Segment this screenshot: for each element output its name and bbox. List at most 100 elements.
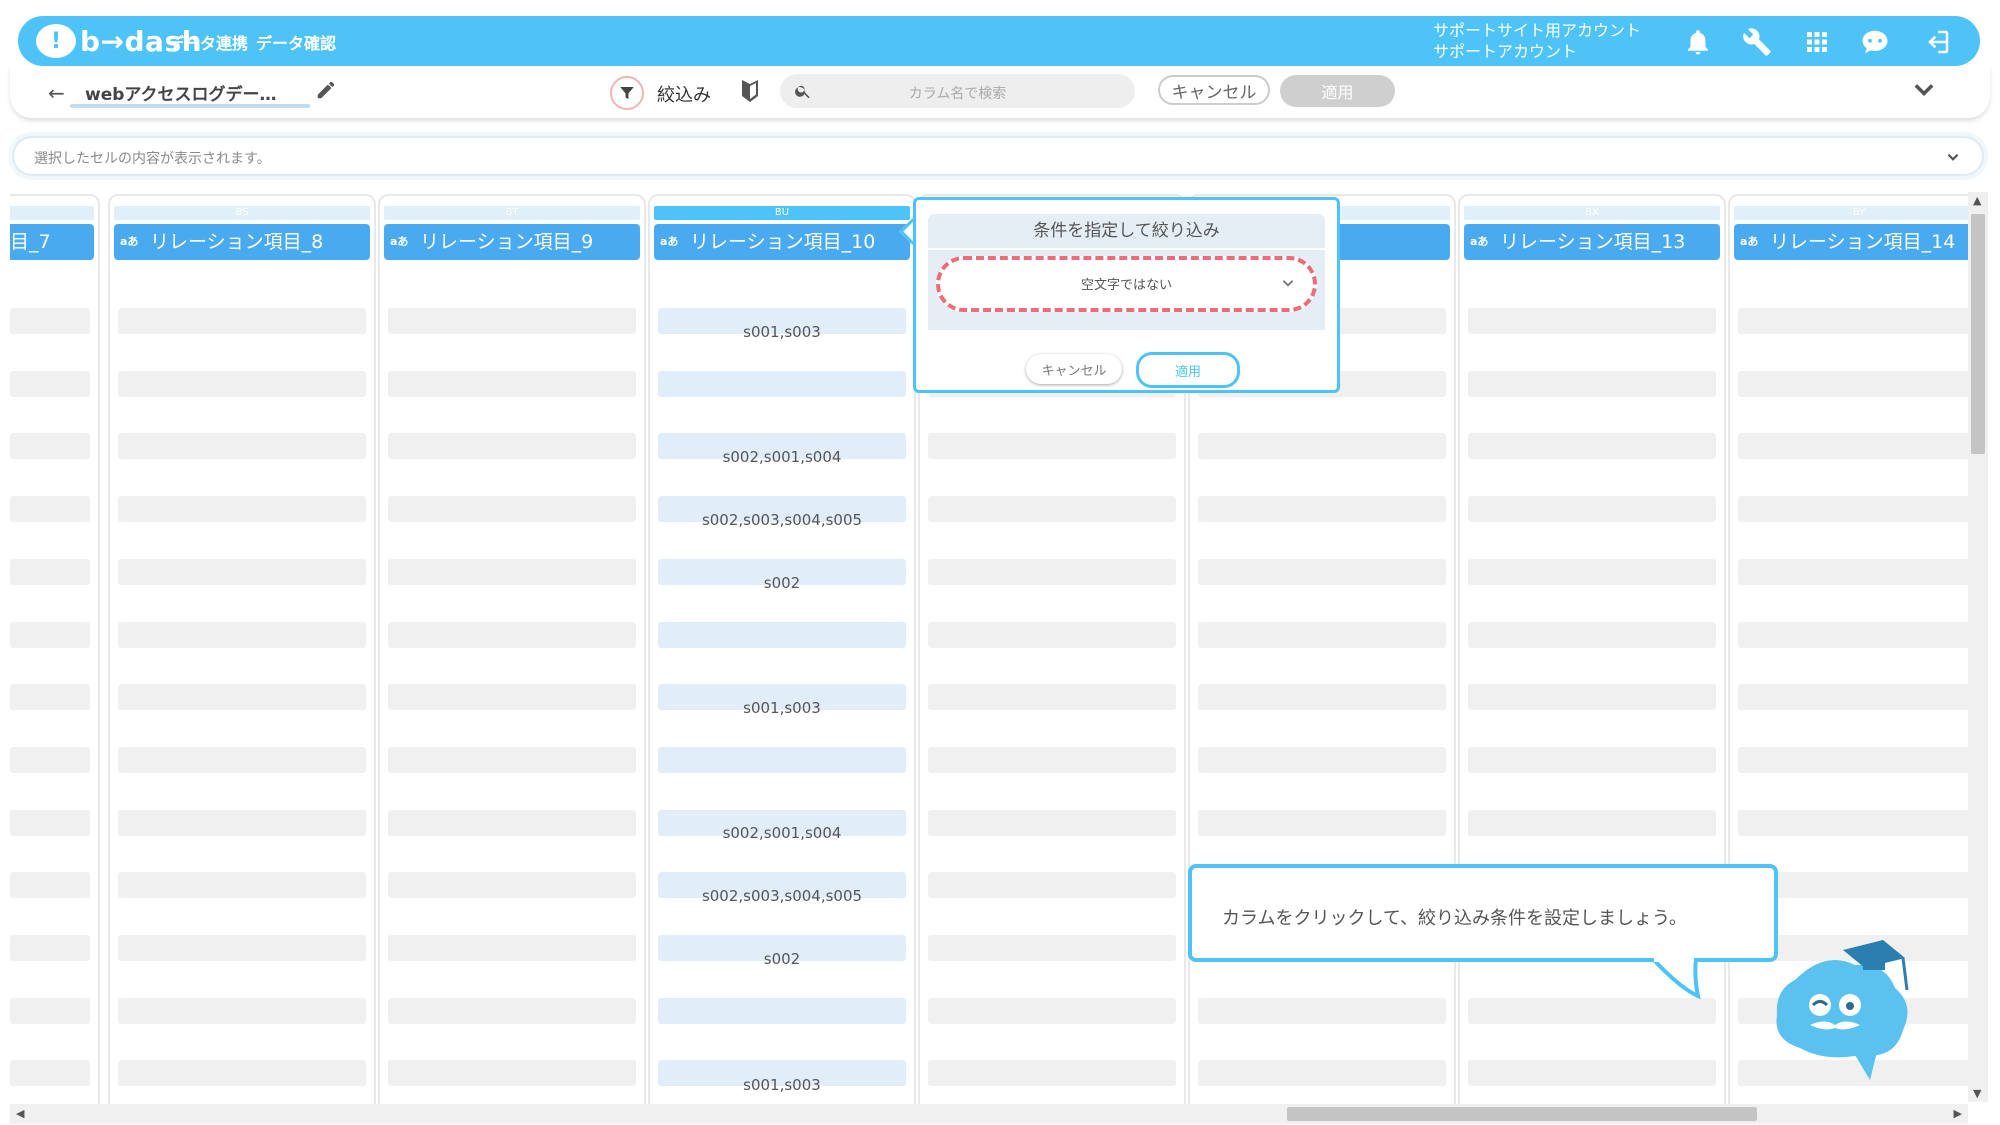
grid-cell[interactable] [388,746,636,773]
column-header[interactable]: aあ リレーション項目_10 [654,224,910,260]
grid-cell[interactable] [388,997,636,1024]
cell-value[interactable]: s002,s001,s004 [650,448,914,466]
grid-cell[interactable] [118,621,366,648]
cell-value[interactable]: s002,s003,s004,s005 [650,511,914,529]
popup-apply-button[interactable]: 適用 [1136,352,1240,388]
grid-cell[interactable] [10,746,90,773]
grid-cell[interactable] [1468,621,1716,648]
grid-cell[interactable] [10,809,90,836]
grid-cell[interactable] [10,370,90,397]
grid-cell[interactable] [388,308,636,334]
grid-cell[interactable] [1198,746,1446,773]
account-info[interactable]: サポートサイト用アカウント サポートアカウント [1433,20,1641,62]
grid-cell[interactable] [1738,621,1970,648]
popup-cancel-button[interactable]: キャンセル [1026,354,1122,384]
nav-data-check[interactable]: データ確認 [256,30,336,54]
grid-cell[interactable] [1738,496,1970,523]
grid-column[interactable]: BT aあ リレーション項目_9 [378,194,646,1105]
grid-cell[interactable] [1198,433,1446,460]
beginner-mark-icon[interactable] [738,78,762,104]
grid-cell[interactable] [1738,809,1970,836]
grid-cell[interactable] [118,872,366,899]
grid-cell[interactable] [658,997,906,1024]
grid-cell[interactable] [10,872,90,899]
grid-cell[interactable] [10,308,90,334]
column-header[interactable]: 目_7 [10,224,94,260]
grid-cell[interactable] [928,872,1176,899]
grid-cell[interactable] [10,684,90,711]
grid-cell[interactable] [1468,1060,1716,1087]
cell-value[interactable]: s001,s003 [650,323,914,341]
grid-cell[interactable] [10,558,90,585]
grid-column[interactable]: BU aあ リレーション項目_10 s001,s003 s002,s001,s004 s0… [648,194,916,1105]
condition-select[interactable]: 空文字ではない [936,256,1317,312]
grid-cell[interactable] [118,684,366,711]
grid-cell[interactable] [388,496,636,523]
scroll-left-arrow-icon[interactable]: ◀ [16,1107,24,1120]
apps-grid-icon[interactable] [1800,25,1834,59]
wrench-icon[interactable] [1740,25,1774,59]
grid-cell[interactable] [928,1060,1176,1087]
grid-cell[interactable] [1198,621,1446,648]
back-arrow-icon[interactable]: ← [48,81,65,105]
grid-cell[interactable] [1198,496,1446,523]
horizontal-scroll-thumb[interactable] [1287,1107,1757,1121]
cell-value[interactable]: s001,s003 [650,699,914,717]
horizontal-scrollbar[interactable]: ◀ ▶ [10,1104,1968,1124]
grid-column[interactable]: 目_7 [10,194,100,1105]
grid-cell[interactable] [928,935,1176,961]
grid-cell[interactable] [118,997,366,1024]
grid-cell[interactable] [118,308,366,334]
bell-icon[interactable] [1681,25,1715,59]
chat-bot-icon[interactable] [1858,25,1892,59]
file-name[interactable]: webアクセスログデー… [85,80,277,105]
scroll-down-arrow-icon[interactable]: ▼ [1973,1087,1981,1100]
nav-data-integration[interactable]: データ連携 [168,30,248,54]
grid-cell[interactable] [1468,496,1716,523]
grid-cell[interactable] [1468,997,1716,1024]
column-search-input[interactable]: カラム名で検索 [780,74,1135,108]
grid-cell[interactable] [388,809,636,836]
grid-cell[interactable] [928,684,1176,711]
cell-value[interactable]: s002 [650,574,914,592]
grid-cell[interactable] [928,997,1176,1024]
cell-value[interactable]: s002,s001,s004 [650,824,914,842]
filter-label[interactable]: 絞込み [657,81,711,107]
column-header[interactable]: aあ リレーション項目_13 [1464,224,1720,260]
logout-icon[interactable] [1920,25,1954,59]
grid-cell[interactable] [1198,1060,1446,1087]
grid-cell[interactable] [388,684,636,711]
grid-cell[interactable] [1738,558,1970,585]
grid-cell[interactable] [1468,558,1716,585]
scroll-right-arrow-icon[interactable]: ▶ [1954,1107,1962,1120]
grid-cell[interactable] [118,1060,366,1087]
grid-cell[interactable] [1738,684,1970,711]
grid-cell[interactable] [658,370,906,397]
vertical-scroll-thumb[interactable] [1971,214,1985,454]
grid-cell[interactable] [388,370,636,397]
apply-button[interactable]: 適用 [1280,75,1395,107]
grid-cell[interactable] [658,621,906,648]
grid-cell[interactable] [388,558,636,585]
edit-pencil-icon[interactable] [315,79,337,101]
grid-cell[interactable] [10,433,90,460]
grid-cell[interactable] [928,433,1176,460]
grid-cell[interactable] [928,746,1176,773]
expand-chevron-icon[interactable] [1944,148,1962,166]
grid-cell[interactable] [118,746,366,773]
grid-cell[interactable] [388,935,636,961]
grid-cell[interactable] [388,433,636,460]
grid-cell[interactable] [1738,746,1970,773]
grid-cell[interactable] [10,935,90,961]
grid-cell[interactable] [388,1060,636,1087]
grid-cell[interactable] [658,746,906,773]
grid-cell[interactable] [118,809,366,836]
grid-cell[interactable] [1738,370,1970,397]
chevron-down-icon[interactable] [1910,76,1938,104]
column-header[interactable]: aあ リレーション項目_8 [114,224,370,260]
grid-cell[interactable] [118,433,366,460]
grid-cell[interactable] [1468,370,1716,397]
grid-cell[interactable] [10,496,90,523]
cancel-button[interactable]: キャンセル [1158,75,1270,105]
grid-column[interactable]: BS aあ リレーション項目_8 [108,194,376,1105]
